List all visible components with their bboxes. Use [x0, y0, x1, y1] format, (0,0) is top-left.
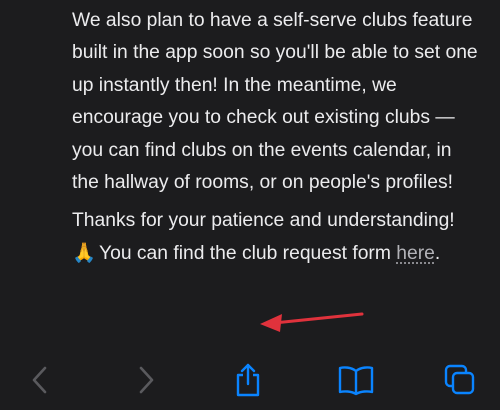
folded-hands-icon: 🙏 — [72, 242, 97, 264]
article-paragraph: We also plan to have a self-serve clubs … — [72, 10, 478, 194]
request-form-link[interactable]: here — [396, 243, 435, 264]
browser-toolbar — [0, 348, 500, 410]
share-button[interactable] — [228, 360, 268, 400]
article-paragraph-thanks: Thanks for your patience and understandi… — [72, 205, 482, 270]
forward-icon — [139, 366, 154, 394]
request-form-text: You can find the club request form — [94, 242, 397, 264]
share-icon — [236, 363, 260, 397]
thanks-text: Thanks for your patience and understandi… — [72, 210, 455, 232]
back-icon — [32, 366, 47, 394]
back-button[interactable] — [20, 360, 60, 400]
forward-button[interactable] — [126, 360, 166, 400]
article-body: We also plan to have a self-serve clubs … — [72, 0, 482, 270]
bookmarks-icon — [338, 366, 374, 396]
bookmarks-button[interactable] — [336, 360, 376, 400]
sentence-end: . — [434, 242, 441, 264]
red-arrow-annotation — [260, 312, 364, 332]
tabs-button[interactable] — [440, 360, 480, 400]
tabs-icon — [444, 364, 475, 395]
